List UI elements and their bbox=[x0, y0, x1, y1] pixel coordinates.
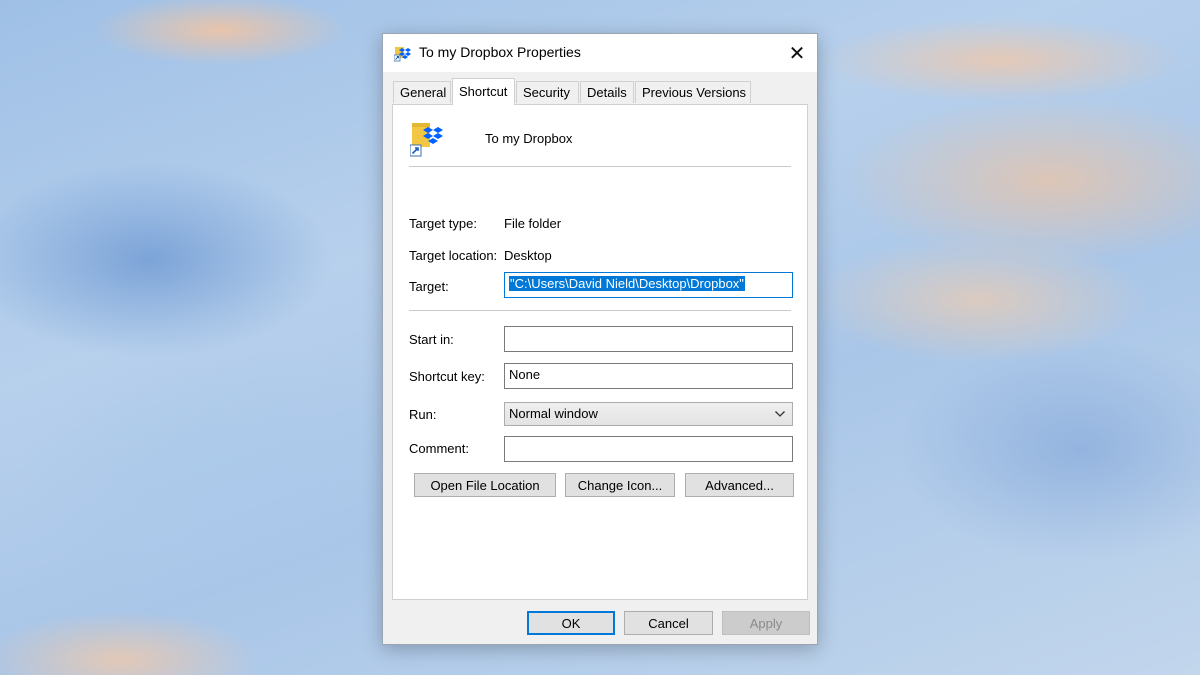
start-in-label: Start in: bbox=[409, 332, 454, 347]
run-select-value: Normal window bbox=[509, 406, 598, 421]
properties-dialog: To my Dropbox Properties ✕ General Short… bbox=[382, 33, 818, 645]
target-value: "C:\Users\David Nield\Desktop\Dropbox" bbox=[509, 276, 745, 291]
run-select[interactable]: Normal window bbox=[504, 402, 793, 426]
apply-button[interactable]: Apply bbox=[722, 611, 810, 635]
cancel-button[interactable]: Cancel bbox=[624, 611, 713, 635]
change-icon-button[interactable]: Change Icon... bbox=[565, 473, 675, 497]
shortcut-name: To my Dropbox bbox=[485, 131, 573, 146]
target-label: Target: bbox=[409, 279, 449, 294]
divider bbox=[409, 166, 791, 167]
comment-label: Comment: bbox=[409, 441, 469, 456]
divider bbox=[409, 310, 791, 311]
shortcut-panel: To my Dropbox Target type: File folder T… bbox=[392, 104, 808, 600]
target-location-label: Target location: bbox=[409, 248, 498, 263]
tab-details[interactable]: Details bbox=[580, 81, 634, 103]
ok-button[interactable]: OK bbox=[527, 611, 615, 635]
comment-field[interactable] bbox=[504, 436, 793, 462]
start-in-field[interactable] bbox=[504, 326, 793, 352]
advanced-button[interactable]: Advanced... bbox=[685, 473, 794, 497]
title-bar[interactable]: To my Dropbox Properties ✕ bbox=[383, 34, 817, 72]
target-field[interactable]: "C:\Users\David Nield\Desktop\Dropbox" bbox=[504, 272, 793, 298]
target-location-value: Desktop bbox=[504, 248, 552, 263]
tab-previous-versions[interactable]: Previous Versions bbox=[635, 81, 751, 103]
tab-shortcut[interactable]: Shortcut bbox=[452, 78, 515, 105]
tab-general[interactable]: General bbox=[393, 81, 451, 103]
shortcut-key-label: Shortcut key: bbox=[409, 369, 485, 384]
shortcut-key-field[interactable]: None bbox=[504, 363, 793, 389]
dialog-title: To my Dropbox Properties bbox=[419, 44, 581, 60]
close-icon: ✕ bbox=[788, 42, 806, 65]
dropbox-folder-shortcut-icon bbox=[409, 121, 450, 157]
run-label: Run: bbox=[409, 407, 437, 422]
close-button[interactable]: ✕ bbox=[777, 34, 817, 72]
chevron-down-icon bbox=[774, 408, 786, 420]
open-file-location-button[interactable]: Open File Location bbox=[414, 473, 556, 497]
target-type-label: Target type: bbox=[409, 216, 477, 231]
tab-security[interactable]: Security bbox=[516, 81, 579, 103]
dropbox-shortcut-icon bbox=[393, 44, 412, 62]
target-type-value: File folder bbox=[504, 216, 562, 231]
